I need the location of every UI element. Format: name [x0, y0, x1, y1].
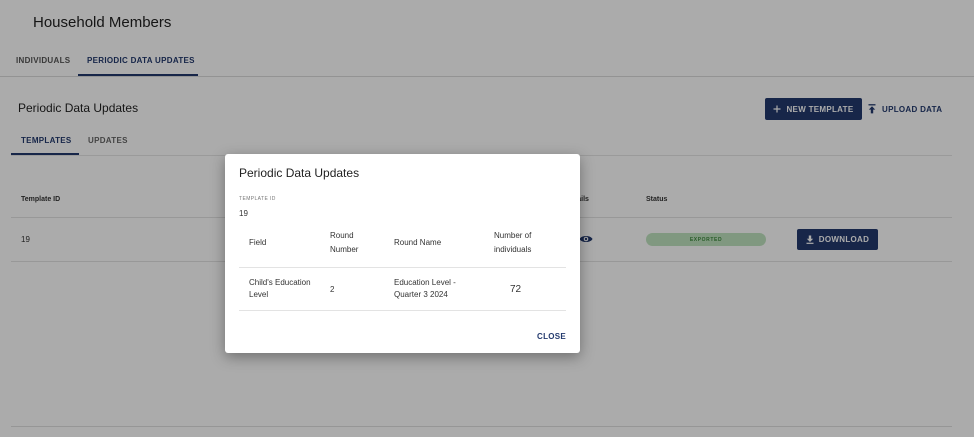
- column-header-number-of-individuals: Number of individuals: [494, 231, 532, 254]
- number-of-individuals-cell: 72: [510, 284, 522, 295]
- periodic-data-updates-dialog: Periodic Data Updates TEMPLATE ID 19 Fie…: [225, 154, 580, 353]
- column-header-round-number: Round Number: [330, 231, 359, 254]
- round-name-cell: Education Level - Quarter 3 2024: [394, 278, 456, 299]
- dialog-title: Periodic Data Updates: [239, 166, 360, 180]
- template-id-label: TEMPLATE ID: [239, 196, 276, 202]
- column-header-field: Field: [249, 238, 267, 247]
- close-button[interactable]: CLOSE: [537, 332, 566, 341]
- dialog-table-header-row: Field Round Number Round Name Number of …: [239, 226, 566, 268]
- round-number-cell: 2: [330, 285, 335, 294]
- template-id-value: 19: [239, 209, 248, 218]
- column-header-round-name: Round Name: [394, 238, 442, 247]
- field-cell: Child's Education Level: [249, 278, 311, 299]
- dialog-table-row: Child's Education Level 2 Education Leve…: [239, 268, 566, 311]
